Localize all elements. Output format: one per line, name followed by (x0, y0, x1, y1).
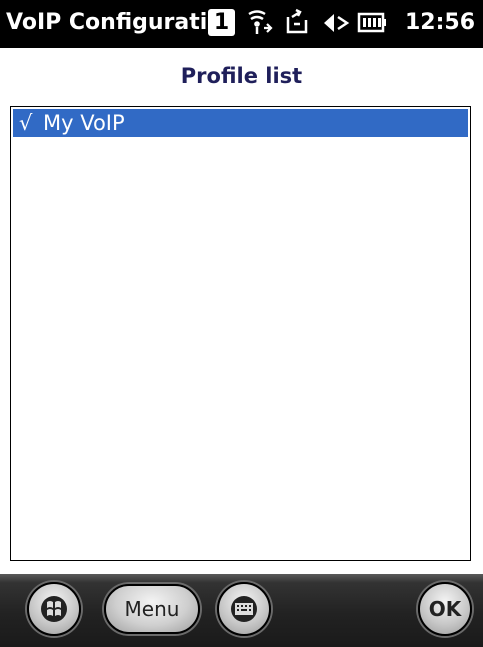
battery-icon[interactable] (356, 8, 388, 38)
app-title[interactable]: VoIP Configurati (6, 10, 207, 35)
page-title: Profile list (180, 64, 303, 88)
softkey-bar: Menu OK (0, 574, 483, 647)
start-button[interactable] (27, 582, 81, 636)
sync-icon[interactable] (282, 8, 314, 38)
check-mark-icon: √ (19, 111, 33, 135)
keyboard-icon (231, 596, 257, 622)
ok-label: OK (428, 597, 462, 621)
volume-muted-icon[interactable] (320, 8, 352, 38)
status-bar: VoIP Configurati 1 12:56 (0, 0, 483, 48)
profile-name: My VoIP (43, 111, 125, 135)
list-item-profile[interactable]: √ My VoIP (13, 109, 468, 137)
connectivity-icon[interactable] (243, 8, 275, 38)
menu-button[interactable]: Menu (104, 584, 200, 634)
keyboard-button[interactable] (217, 582, 271, 636)
ok-button[interactable]: OK (418, 582, 472, 636)
notification-icon[interactable]: 1 (208, 9, 235, 36)
windows-logo-icon (41, 596, 67, 622)
profile-list[interactable]: √ My VoIP (10, 106, 471, 561)
clock[interactable]: 12:56 (405, 10, 475, 35)
